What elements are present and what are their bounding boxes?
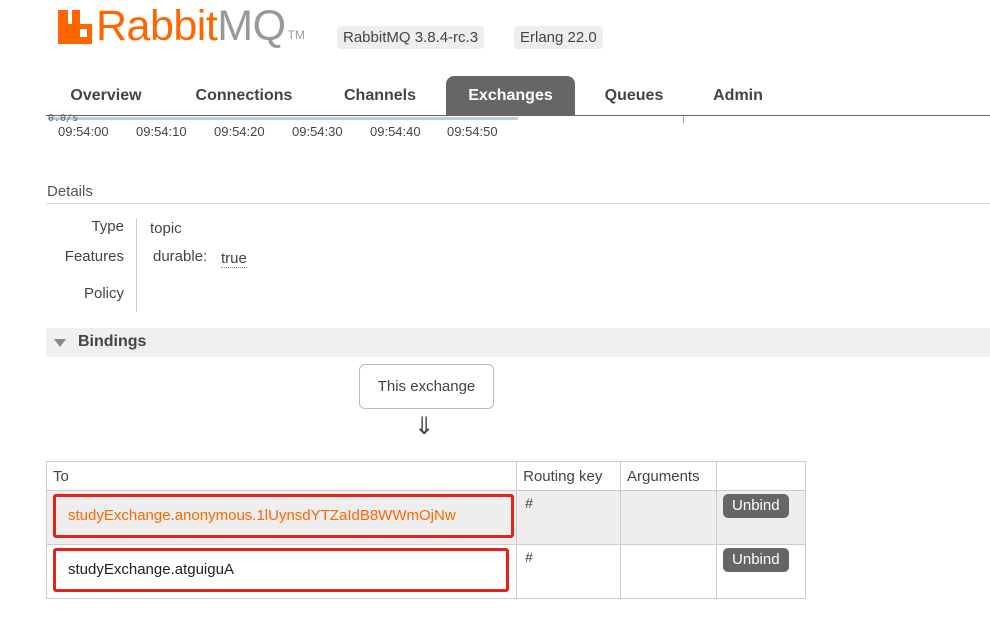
column-header-routing-key: Routing key	[516, 461, 622, 491]
bindings-table: To Routing key Arguments studyExchange.a…	[45, 461, 806, 599]
chart-x-tick: 09:54:20	[214, 124, 265, 139]
actions-cell: Unbind	[716, 544, 806, 599]
logo-trademark: TM	[287, 28, 305, 42]
table-header-row: To Routing key Arguments	[45, 461, 806, 491]
actions-cell: Unbind	[716, 490, 806, 545]
chart-plot-area	[48, 117, 518, 120]
bindings-section-header[interactable]: Bindings	[46, 328, 990, 357]
collapse-triangle-icon[interactable]	[54, 339, 66, 347]
rabbitmq-logo-icon	[58, 10, 92, 44]
tab-connections[interactable]: Connections	[178, 76, 310, 115]
tab-queues[interactable]: Queues	[588, 76, 680, 115]
tab-overview[interactable]: Overview	[46, 76, 166, 115]
arguments-cell	[620, 544, 718, 599]
table-row: studyExchange.atguiguA # Unbind	[45, 544, 806, 599]
durable-value: true	[221, 250, 247, 268]
logo-wordmark: RabbitMQ	[96, 2, 286, 50]
column-header-arguments: Arguments	[620, 461, 718, 491]
details-column-separator	[136, 218, 137, 312]
routing-key-value: #	[525, 549, 533, 565]
chart-x-tick: 09:54:00	[58, 124, 109, 139]
tab-channels[interactable]: Channels	[328, 76, 432, 115]
unbind-button[interactable]: Unbind	[723, 548, 789, 572]
routing-key-cell: #	[516, 544, 622, 599]
rabbitmq-logo[interactable]: RabbitMQ TM	[58, 4, 305, 48]
erlang-version-badge: Erlang 22.0	[514, 26, 603, 49]
durable-key: durable:	[153, 248, 208, 265]
chart-x-tick: 09:54:30	[292, 124, 343, 139]
chart-y-value: 0.0/s	[48, 113, 79, 124]
to-cell: studyExchange.anonymous.1lUynsdYTZaIdB8W…	[45, 490, 518, 545]
details-section-title: Details	[47, 183, 93, 200]
column-header-to: To	[45, 461, 518, 491]
tab-exchanges[interactable]: Exchanges	[446, 76, 575, 115]
destination-link[interactable]: studyExchange.atguiguA	[53, 548, 509, 592]
chart-divider	[683, 117, 684, 123]
rabbitmq-version-badge: RabbitMQ 3.8.4-rc.3	[337, 26, 485, 49]
table-row: studyExchange.anonymous.1lUynsdYTZaIdB8W…	[45, 490, 806, 545]
bindings-title: Bindings	[78, 333, 147, 350]
tab-admin[interactable]: Admin	[700, 76, 776, 115]
destination-link[interactable]: studyExchange.anonymous.1lUynsdYTZaIdB8W…	[53, 494, 514, 538]
chart-x-tick: 09:54:10	[136, 124, 187, 139]
unbind-button[interactable]: Unbind	[723, 494, 789, 518]
main-nav-tabs: Overview Connections Channels Exchanges …	[46, 76, 990, 116]
type-value: topic	[150, 220, 182, 237]
down-arrow-icon: ⇓	[414, 412, 435, 440]
routing-key-value: #	[525, 495, 533, 511]
chart-x-tick: 09:54:50	[447, 124, 498, 139]
routing-key-cell: #	[516, 490, 622, 545]
column-header-actions	[716, 461, 806, 491]
type-label: Type	[91, 218, 124, 235]
this-exchange-box: This exchange	[359, 364, 494, 409]
chart-x-tick: 09:54:40	[370, 124, 421, 139]
features-label: Features	[64, 248, 124, 265]
policy-label: Policy	[83, 285, 124, 302]
arguments-cell	[620, 490, 718, 545]
details-divider	[46, 203, 990, 204]
to-cell: studyExchange.atguiguA	[45, 544, 518, 599]
